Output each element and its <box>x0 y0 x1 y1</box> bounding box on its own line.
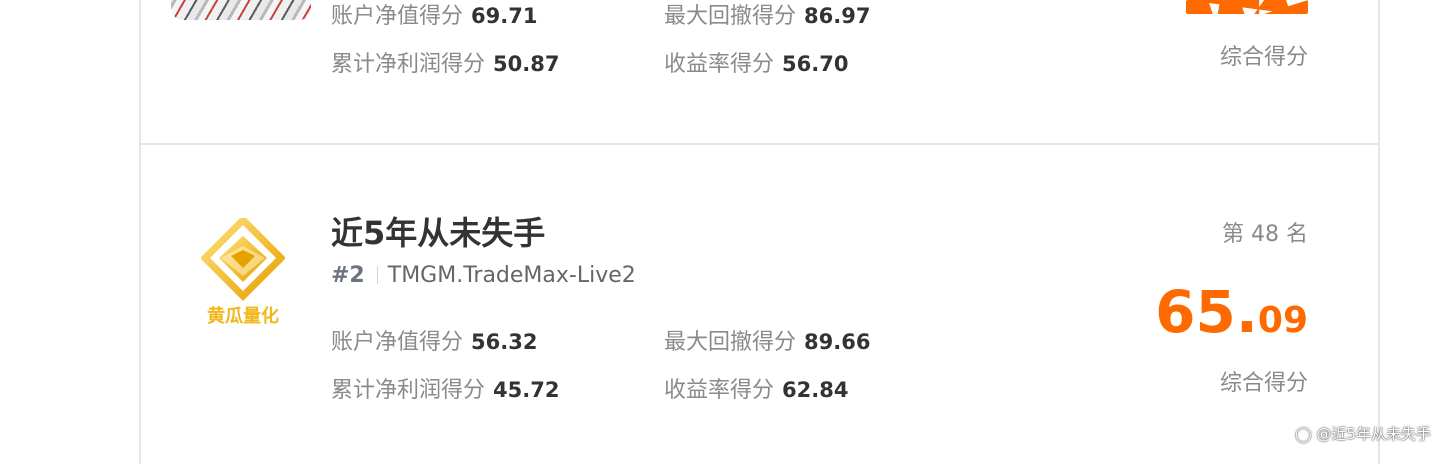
return-rate-score-value: 62.84 <box>782 378 849 402</box>
net-profit-score-value: 45.72 <box>493 378 560 402</box>
drawdown-score: 最大回撤得分 89.66 <box>664 324 870 356</box>
composite-score-label: 综合得分 <box>1219 45 1308 70</box>
composite-score-label: 综合得分 <box>1219 371 1308 396</box>
net-profit-score: 累计净利润得分 45.72 <box>331 372 559 404</box>
diamond-logo-icon <box>200 215 286 301</box>
drawdown-score-label: 最大回撤得分 <box>664 4 797 29</box>
weibo-icon: ◯ <box>1294 425 1312 443</box>
equity-score-value: 56.32 <box>471 330 538 354</box>
equity-score-label: 账户净值得分 <box>331 330 464 355</box>
brand-logo: 黄瓜量化 <box>200 215 286 327</box>
composite-score-clipped <box>1186 0 1308 14</box>
return-rate-score-label: 收益率得分 <box>664 52 775 77</box>
net-profit-score-label: 累计净利润得分 <box>331 52 486 77</box>
composite-score-dot: . <box>1235 278 1258 346</box>
rank-label: 第 48 名 <box>1222 222 1308 247</box>
drawdown-score-label: 最大回撤得分 <box>664 330 797 355</box>
return-rate-score-label: 收益率得分 <box>664 378 775 403</box>
watermark-text: @近5年从未失手 <box>1316 425 1431 443</box>
equity-score-value: 69.71 <box>471 4 538 28</box>
composite-score: 65.09 <box>1155 278 1308 346</box>
drawdown-score-value: 86.97 <box>804 4 871 28</box>
ranking-list: 账户净值得分 69.71 最大回撤得分 86.97 累计净利润得分 50.87 收益率… <box>139 0 1380 464</box>
account-name: TMGM.TradeMax-Live2 <box>387 263 636 288</box>
drawdown-score: 最大回撤得分 86.97 <box>664 0 870 30</box>
brand-logo-text: 黄瓜量化 <box>207 306 279 327</box>
composite-score-integer: 65 <box>1155 278 1236 346</box>
return-rate-score: 收益率得分 62.84 <box>664 372 848 404</box>
equity-score-label: 账户净值得分 <box>331 4 464 29</box>
avatar[interactable] <box>171 0 311 20</box>
watermark: ◯ @近5年从未失手 <box>1295 423 1431 444</box>
card-divider <box>141 143 1378 145</box>
equity-score: 账户净值得分 56.32 <box>331 324 537 356</box>
trader-title[interactable]: 近5年从未失手 <box>331 208 545 254</box>
return-rate-score: 收益率得分 56.70 <box>664 46 848 78</box>
drawdown-score-value: 89.66 <box>804 330 871 354</box>
net-profit-score-label: 累计净利润得分 <box>331 378 486 403</box>
account-line: #2 TMGM.TradeMax-Live2 <box>331 263 636 288</box>
equity-score: 账户净值得分 69.71 <box>331 0 537 30</box>
separator <box>376 266 378 284</box>
composite-score-decimal: 09 <box>1257 300 1308 341</box>
return-rate-score-value: 56.70 <box>782 52 849 76</box>
net-profit-score-value: 50.87 <box>493 52 560 76</box>
account-number: #2 <box>331 263 365 288</box>
composite-score: ​ <box>1186 0 1308 24</box>
net-profit-score: 累计净利润得分 50.87 <box>331 46 559 78</box>
